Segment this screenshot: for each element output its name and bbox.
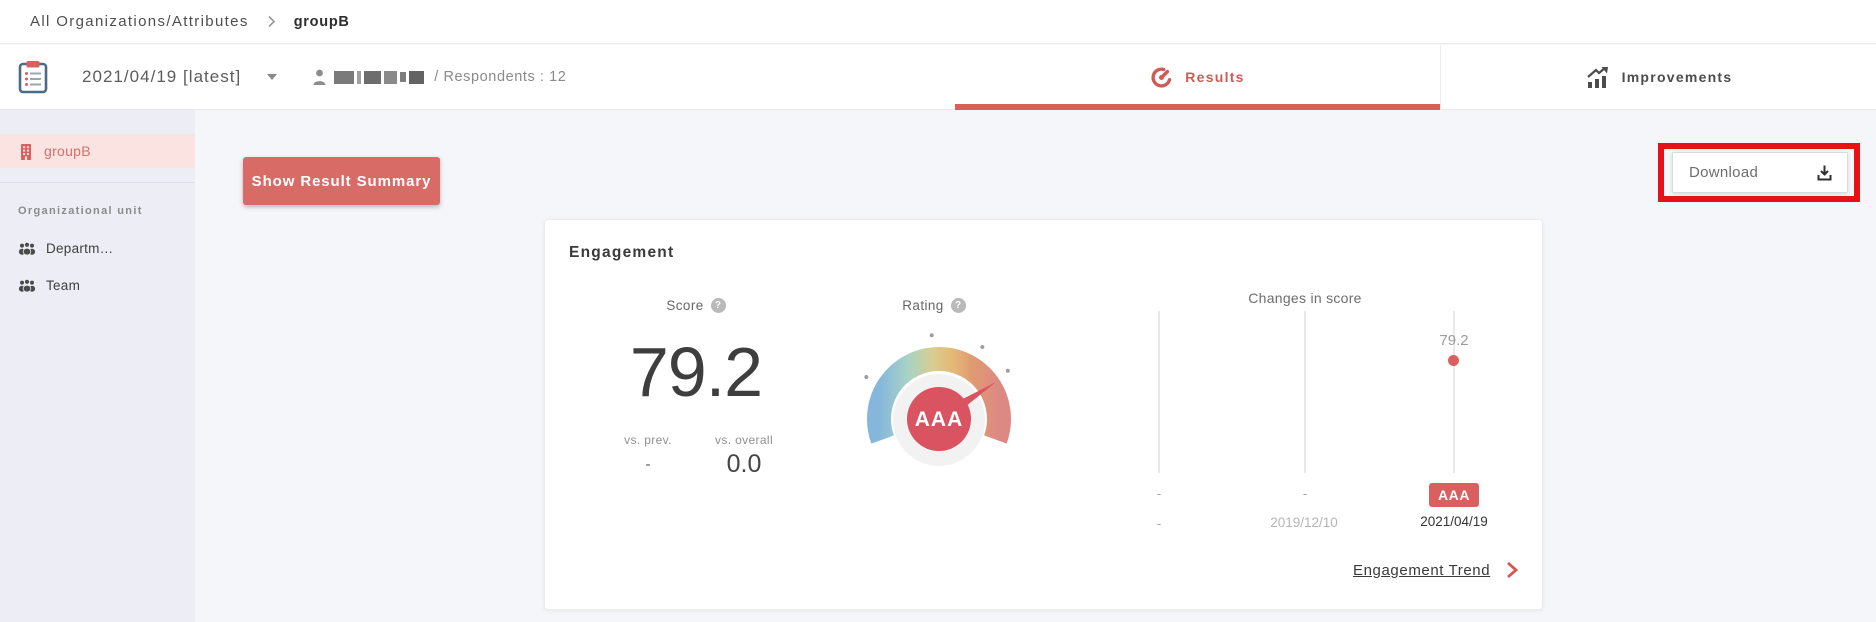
- help-icon[interactable]: ?: [711, 298, 726, 313]
- respondent-icon: [313, 69, 326, 85]
- engagement-trend-label: Engagement Trend: [1353, 562, 1490, 579]
- survey-icon: [18, 60, 48, 94]
- chart-rating-empty: -: [1275, 486, 1335, 501]
- score-label: Score: [666, 298, 703, 313]
- vs-prev-value: -: [613, 456, 683, 473]
- rating-value: AAA: [915, 408, 964, 431]
- breadcrumb-current: groupB: [294, 14, 350, 30]
- sidebar-item-department[interactable]: Departm…: [0, 233, 195, 263]
- tab-improvements-label: Improvements: [1622, 69, 1733, 85]
- changes-chart-title: Changes in score: [1155, 290, 1455, 306]
- score-value: 79.2: [581, 337, 811, 407]
- engagement-card: Engagement Score ? 79.2 vs. prev. -: [544, 219, 1543, 610]
- download-button[interactable]: Download: [1672, 152, 1848, 193]
- chart-date: 2019/12/10: [1239, 515, 1369, 530]
- annotation-highlight-box: Download: [1658, 143, 1860, 202]
- vs-overall-label: vs. overall: [709, 433, 779, 447]
- respondents-info: / Respondents : 12: [313, 69, 566, 85]
- rating-gauge: AAA: [844, 327, 1034, 467]
- chart-point-label: 79.2: [1394, 332, 1514, 349]
- caret-down-icon: [267, 74, 277, 80]
- vs-overall-value: 0.0: [709, 450, 779, 479]
- main-content: Show Result Summary Download Engagement: [195, 110, 1876, 622]
- breadcrumb-root[interactable]: All Organizations/Attributes: [30, 13, 249, 30]
- chart-gridline: [1158, 311, 1160, 473]
- improvements-icon: [1585, 67, 1610, 88]
- chart-rating-badge: AAA: [1429, 483, 1479, 507]
- building-icon: [18, 143, 34, 160]
- sidebar: groupB Organizational unit Departm…: [0, 110, 195, 622]
- chevron-right-icon: [1506, 561, 1518, 579]
- vs-prev-label: vs. prev.: [613, 433, 683, 447]
- chart-point-dot: [1448, 355, 1459, 366]
- sidebar-item-groupb[interactable]: groupB: [0, 134, 195, 168]
- breadcrumb-chevron-icon: [267, 15, 276, 28]
- sidebar-item-team[interactable]: Team: [0, 270, 195, 300]
- chart-date: -: [1129, 516, 1189, 531]
- redacted-survey-name: [334, 71, 424, 84]
- breadcrumb: All Organizations/Attributes groupB: [0, 0, 1876, 44]
- sidebar-item-label: groupB: [44, 143, 91, 159]
- tab-improvements[interactable]: Improvements: [1440, 45, 1876, 109]
- survey-date-picker[interactable]: 2021/04/19 [latest]: [18, 60, 277, 94]
- chart-gridline: [1304, 311, 1306, 473]
- body: groupB Organizational unit Departm…: [0, 110, 1876, 622]
- page: All Organizations/Attributes groupB 2021…: [0, 0, 1876, 622]
- sidebar-item-label: Departm…: [46, 241, 113, 256]
- chart-rating-empty: -: [1129, 486, 1189, 501]
- rating-label: Rating: [902, 298, 943, 313]
- sidebar-section-label: Organizational unit: [18, 205, 195, 217]
- sidebar-item-label: Team: [46, 278, 80, 293]
- people-group-icon: [18, 279, 36, 292]
- tab-results-label: Results: [1185, 69, 1244, 85]
- download-label: Download: [1689, 164, 1758, 181]
- sidebar-divider: [0, 182, 195, 183]
- respondents-count: / Respondents : 12: [434, 69, 566, 85]
- tab-results[interactable]: Results: [955, 45, 1440, 109]
- chart-date: 2021/04/19: [1389, 514, 1519, 529]
- help-icon[interactable]: ?: [951, 298, 966, 313]
- download-icon: [1815, 163, 1834, 182]
- rating-column: Rating ?: [844, 298, 1024, 472]
- card-title: Engagement: [569, 244, 674, 262]
- people-group-icon: [18, 242, 36, 255]
- survey-header: 2021/04/19 [latest] / Respondents : 12 R…: [0, 45, 1876, 110]
- engagement-trend-link[interactable]: Engagement Trend: [1353, 561, 1518, 579]
- survey-date: 2021/04/19 [latest]: [82, 67, 241, 87]
- results-icon: [1150, 66, 1173, 89]
- show-result-summary-button[interactable]: Show Result Summary: [243, 157, 440, 205]
- score-column: Score ? 79.2 vs. prev. - vs. overall 0.0: [581, 298, 811, 479]
